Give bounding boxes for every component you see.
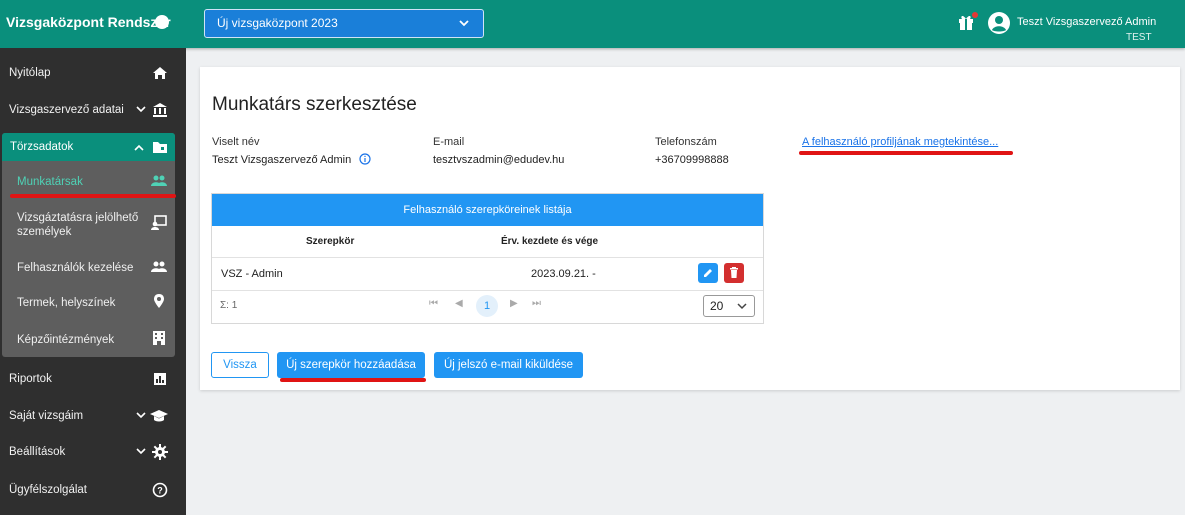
row-divider bbox=[212, 290, 763, 291]
pencil-icon bbox=[704, 269, 712, 277]
trash-icon bbox=[730, 267, 738, 278]
presenter-icon bbox=[151, 215, 167, 230]
sidebar-item-label: Nyitólap bbox=[9, 67, 51, 79]
last-page-button[interactable]: ⏭ bbox=[532, 298, 541, 309]
sidebar-item-label: Vizsgaszervező adatai bbox=[9, 104, 124, 116]
sidebar-item-home[interactable]: Nyitólap bbox=[0, 56, 186, 90]
sidebar-item-support[interactable]: Ügyfélszolgálat ? bbox=[0, 473, 186, 507]
view-profile-link[interactable]: A felhasználó profiljának megtekintése..… bbox=[802, 136, 998, 148]
master-data-group bbox=[2, 133, 175, 357]
status-dot-icon bbox=[155, 15, 169, 29]
sidebar-item-label: Ügyfélszolgálat bbox=[9, 484, 87, 496]
role-cell: VSZ - Admin bbox=[221, 268, 283, 280]
delete-role-button[interactable] bbox=[724, 263, 744, 283]
people-icon bbox=[151, 261, 167, 272]
role-table: Felhasználó szerepköreinek listája Szere… bbox=[211, 193, 764, 324]
page-title: Munkatárs szerkesztése bbox=[212, 94, 417, 115]
chevron-down-icon bbox=[136, 106, 146, 113]
app-title[interactable]: Vizsgaközpont Rendszer bbox=[6, 14, 171, 30]
sidebar-subitem-label: személyek bbox=[17, 226, 72, 238]
name-label: Viselt név bbox=[212, 136, 260, 148]
bank-icon bbox=[153, 103, 167, 117]
sidebar-item-master-data[interactable]: Törzsadatok bbox=[2, 133, 175, 161]
gear-icon bbox=[152, 444, 168, 460]
folder-icon bbox=[153, 142, 167, 153]
back-button[interactable]: Vissza bbox=[211, 352, 269, 378]
first-page-button[interactable]: ⏮ bbox=[429, 298, 438, 309]
sidebar-item-label: Saját vizsgáim bbox=[9, 410, 84, 422]
sidebar-item-label: Riportok bbox=[9, 373, 52, 385]
highlight-underline bbox=[799, 151, 1013, 155]
edit-role-button[interactable] bbox=[698, 263, 718, 283]
sidebar-item-label: Törzsadatok bbox=[10, 141, 74, 153]
next-page-button[interactable]: ▶ bbox=[510, 298, 518, 309]
email-label: E-mail bbox=[433, 136, 465, 148]
sidebar-subitem-label: Képzőintézmények bbox=[17, 334, 115, 346]
role-table-title: Felhasználó szerepköreinek listája bbox=[212, 194, 763, 226]
info-icon[interactable] bbox=[359, 153, 371, 165]
exam-center-select-value: Új vizsgaközpont 2023 bbox=[217, 16, 338, 30]
rows-per-page-select[interactable]: 20 bbox=[703, 295, 755, 317]
graduation-cap-icon bbox=[150, 410, 168, 422]
add-role-button[interactable]: Új szerepkör hozzáadása bbox=[277, 352, 425, 378]
edit-colleague-card: Munkatárs szerkesztése Viselt név Teszt … bbox=[200, 67, 1180, 390]
chevron-down-icon bbox=[136, 412, 146, 419]
sidebar-item-settings[interactable]: Beállítások bbox=[0, 435, 186, 469]
sidebar-subitem-rooms[interactable]: Termek, helyszínek bbox=[2, 291, 175, 315]
sidebar-item-label: Beállítások bbox=[9, 446, 66, 458]
sidebar-item-my-exams[interactable]: Saját vizsgáim bbox=[0, 399, 186, 433]
phone-value: +36709998888 bbox=[655, 154, 729, 166]
help-icon: ? bbox=[152, 482, 168, 498]
exam-center-select[interactable]: Új vizsgaközpont 2023 bbox=[204, 9, 484, 38]
account-circle-icon[interactable] bbox=[987, 11, 1011, 35]
column-header-validity: Érv. kezdete és vége bbox=[501, 236, 599, 247]
page-number[interactable]: 1 bbox=[476, 295, 498, 317]
sidebar: Nyitólap Vizsgaszervező adatai Törzsadat… bbox=[0, 48, 186, 515]
row-count: Σ: 1 bbox=[220, 300, 238, 311]
email-value: tesztvszadmin@edudev.hu bbox=[433, 154, 565, 166]
highlight-underline bbox=[10, 194, 176, 198]
home-icon bbox=[153, 67, 167, 79]
chevron-down-icon bbox=[136, 448, 146, 455]
send-password-email-button[interactable]: Új jelszó e-mail kiküldése bbox=[434, 352, 583, 378]
chevron-down-icon bbox=[737, 303, 747, 310]
sidebar-subitem-label: Munkatársak bbox=[17, 176, 83, 188]
environment-badge: TEST bbox=[1126, 32, 1152, 43]
sidebar-subitem-training-institutions[interactable]: Képzőintézmények bbox=[2, 328, 175, 352]
chevron-up-icon bbox=[134, 144, 144, 151]
sidebar-subitem-label: Felhasználók kezelése bbox=[17, 262, 134, 274]
top-bar: Vizsgaközpont Rendszer Új vizsgaközpont … bbox=[0, 0, 1185, 48]
validity-cell: 2023.09.21. - bbox=[531, 268, 596, 280]
highlight-underline bbox=[280, 378, 426, 382]
user-name[interactable]: Teszt Vizsgaszervező Admin bbox=[1017, 16, 1156, 28]
rows-per-page-value: 20 bbox=[710, 299, 724, 313]
sidebar-subitem-examiners[interactable]: Vizsgáztatásra jelölhető személyek bbox=[2, 208, 175, 244]
phone-label: Telefonszám bbox=[655, 136, 717, 148]
chevron-down-icon bbox=[459, 20, 469, 27]
svg-text:?: ? bbox=[157, 486, 163, 496]
prev-page-button[interactable]: ◀ bbox=[455, 298, 463, 309]
people-icon bbox=[151, 175, 167, 186]
name-value: Teszt Vizsgaszervező Admin bbox=[212, 154, 352, 166]
location-icon bbox=[154, 294, 164, 308]
sidebar-subitem-user-management[interactable]: Felhasználók kezelése bbox=[2, 256, 175, 280]
sidebar-subitem-label: Termek, helyszínek bbox=[17, 297, 116, 309]
row-divider bbox=[212, 257, 763, 258]
sidebar-item-reports[interactable]: Riportok bbox=[0, 362, 186, 396]
column-header-role: Szerepkör bbox=[306, 236, 355, 247]
sidebar-item-organizer-data[interactable]: Vizsgaszervező adatai bbox=[0, 93, 186, 127]
notification-badge bbox=[972, 12, 978, 18]
chart-icon bbox=[154, 373, 166, 385]
building-icon bbox=[153, 331, 165, 345]
sidebar-subitem-label: Vizsgáztatásra jelölhető bbox=[17, 212, 139, 224]
